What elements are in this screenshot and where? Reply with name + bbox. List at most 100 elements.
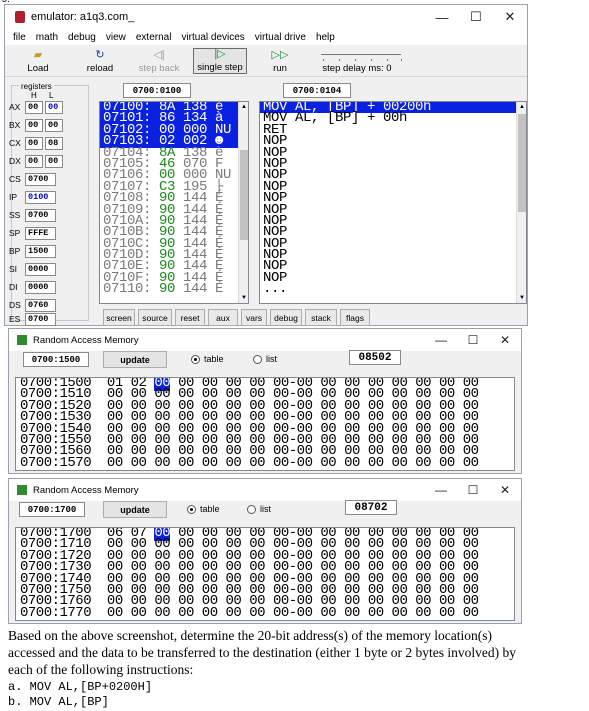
- ip-value[interactable]: 0100: [25, 190, 56, 204]
- table-radio[interactable]: table: [187, 504, 220, 514]
- memory-byte[interactable]: 00: [249, 605, 265, 620]
- disasm-scrollbar[interactable]: ▲ ▼: [516, 102, 526, 303]
- step-back-button[interactable]: ◁| step back: [135, 48, 183, 75]
- di-value[interactable]: 0000: [25, 280, 56, 294]
- disasm-line[interactable]: NOP: [260, 248, 526, 262]
- menu-virtual-drive[interactable]: virtual drive: [255, 32, 306, 43]
- memory-byte[interactable]: 00: [249, 455, 265, 470]
- code-listing[interactable]: 07100: 8A 138 è 07101: 86 134 à 07102: 00 …: [99, 101, 249, 304]
- code-address-field[interactable]: 0700:0100: [123, 83, 191, 98]
- table-radio[interactable]: table: [191, 354, 224, 364]
- maximize-icon[interactable]: ☐: [459, 5, 493, 29]
- disasm-line[interactable]: NOP: [260, 214, 526, 228]
- dx-low[interactable]: 00: [45, 154, 63, 168]
- memory-byte[interactable]: 00: [344, 605, 360, 620]
- scroll-up-icon[interactable]: ▲: [239, 102, 248, 112]
- load-button[interactable]: ▰ Load: [17, 48, 59, 75]
- es-value[interactable]: 0700: [25, 312, 56, 326]
- maximize-icon[interactable]: ☐: [457, 329, 489, 351]
- menu-debug[interactable]: debug: [68, 32, 96, 43]
- tab-debug[interactable]: debug: [270, 309, 302, 326]
- memory-byte[interactable]: 00: [463, 605, 479, 620]
- disasm-line[interactable]: NOP: [260, 236, 526, 250]
- sp-value[interactable]: FFFE: [25, 226, 56, 240]
- memory-byte[interactable]: 00: [131, 605, 147, 620]
- bp-value[interactable]: 1500: [25, 244, 56, 258]
- memory-byte[interactable]: 00: [273, 455, 289, 470]
- tab-aux[interactable]: aux: [208, 309, 238, 326]
- scroll-down-icon[interactable]: ▼: [517, 293, 526, 303]
- ram-address-field[interactable]: 0700:1700: [19, 502, 85, 517]
- memory-byte[interactable]: 00: [439, 455, 455, 470]
- memory-byte[interactable]: 00: [320, 455, 336, 470]
- list-radio[interactable]: list: [247, 504, 271, 514]
- menu-virtual-devices[interactable]: virtual devices: [181, 32, 244, 43]
- tab-flags[interactable]: flags: [340, 309, 370, 326]
- disasm-line[interactable]: NOP: [260, 145, 526, 159]
- memory-row[interactable]: 0700:1570 00 00 00 00 00 00 00 00-00 00 …: [16, 455, 514, 470]
- code-scrollbar[interactable]: ▲ ▼: [238, 102, 248, 303]
- scroll-down-icon[interactable]: ▼: [239, 293, 248, 303]
- memory-byte[interactable]: 00: [368, 605, 384, 620]
- bx-low[interactable]: 00: [45, 118, 63, 132]
- disasm-line[interactable]: NOP: [260, 134, 526, 148]
- disasm-line[interactable]: ...: [260, 282, 526, 296]
- disasm-address-field[interactable]: 0700:0104: [283, 83, 351, 98]
- scroll-thumb[interactable]: [518, 114, 526, 212]
- update-button[interactable]: update: [103, 501, 167, 518]
- memory-byte[interactable]: 00: [392, 455, 408, 470]
- tab-reset[interactable]: reset: [175, 309, 205, 326]
- menu-math[interactable]: math: [36, 32, 58, 43]
- disasm-line[interactable]: MOV AL, [BP] + 00h: [260, 111, 526, 125]
- memory-byte[interactable]: 00: [439, 605, 455, 620]
- reload-button[interactable]: ↻ reload: [79, 48, 121, 75]
- memory-byte[interactable]: 00: [131, 455, 147, 470]
- ram-address-field[interactable]: 0700:1500: [23, 352, 89, 367]
- memory-byte[interactable]: 00: [202, 605, 218, 620]
- dx-high[interactable]: 00: [25, 154, 43, 168]
- tab-vars[interactable]: vars: [241, 309, 267, 326]
- memory-byte[interactable]: 00: [368, 455, 384, 470]
- scroll-up-icon[interactable]: ▲: [517, 102, 526, 112]
- memory-byte[interactable]: 00: [392, 605, 408, 620]
- memory-byte[interactable]: 00: [273, 605, 289, 620]
- memory-byte[interactable]: 00: [463, 455, 479, 470]
- close-icon[interactable]: ✕: [489, 479, 521, 501]
- minimize-icon[interactable]: —: [425, 5, 459, 29]
- si-value[interactable]: 0000: [25, 262, 56, 276]
- disasm-line[interactable]: NOP: [260, 191, 526, 205]
- disasm-line[interactable]: NOP: [260, 157, 526, 171]
- update-button[interactable]: update: [103, 351, 167, 368]
- menu-view[interactable]: view: [106, 32, 126, 43]
- memory-byte[interactable]: 00: [344, 455, 360, 470]
- disasm-line[interactable]: NOP: [260, 202, 526, 216]
- memory-byte[interactable]: 00: [178, 455, 194, 470]
- memory-byte[interactable]: 00: [226, 455, 242, 470]
- memory-byte[interactable]: 00: [297, 455, 313, 470]
- disasm-line[interactable]: RET: [260, 123, 526, 137]
- memory-table[interactable]: 0700:1700 06 07 00 00 00 00 00 00-00 00 …: [15, 527, 515, 621]
- maximize-icon[interactable]: ☐: [457, 479, 489, 501]
- disasm-line[interactable]: NOP: [260, 179, 526, 193]
- code-line[interactable]: 07110: 90 144 É: [100, 282, 248, 296]
- memory-byte[interactable]: 00: [320, 605, 336, 620]
- memory-byte[interactable]: 00: [154, 605, 170, 620]
- run-button[interactable]: ▷▷ run: [263, 48, 297, 75]
- ss-value[interactable]: 0700: [25, 208, 56, 222]
- scroll-thumb[interactable]: [240, 150, 248, 240]
- disasm-line[interactable]: NOP: [260, 225, 526, 239]
- disasm-line[interactable]: NOP: [260, 168, 526, 182]
- menu-external[interactable]: external: [136, 32, 172, 43]
- cx-low[interactable]: 08: [45, 136, 63, 150]
- tab-source[interactable]: source: [138, 309, 172, 326]
- memory-byte[interactable]: 00: [107, 455, 123, 470]
- close-icon[interactable]: ✕: [489, 329, 521, 351]
- disasm-line[interactable]: NOP: [260, 259, 526, 273]
- menu-file[interactable]: file: [13, 32, 26, 43]
- ds-value[interactable]: 0760: [25, 298, 56, 312]
- ax-high[interactable]: 00: [25, 100, 43, 114]
- memory-table[interactable]: 0700:1500 01 02 00 00 00 00 00 00-00 00 …: [15, 377, 515, 471]
- bx-high[interactable]: 00: [25, 118, 43, 132]
- memory-byte[interactable]: 00: [415, 605, 431, 620]
- single-step-button[interactable]: |▷ single step: [193, 48, 247, 74]
